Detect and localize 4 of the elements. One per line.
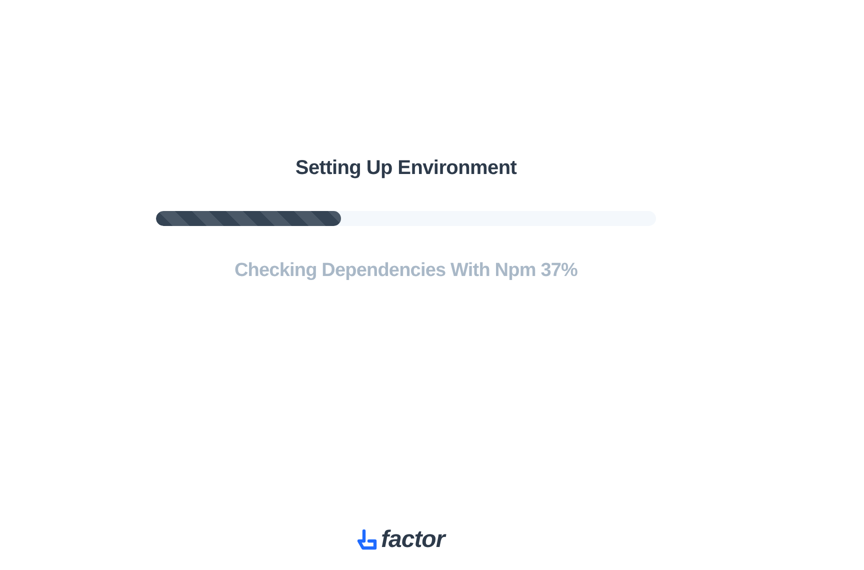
status-text: Checking Dependencies With Npm 37% bbox=[234, 260, 578, 282]
logo-wordmark: factor bbox=[381, 526, 445, 554]
logo-icon bbox=[356, 529, 378, 551]
setup-title: Setting Up Environment bbox=[295, 156, 517, 181]
